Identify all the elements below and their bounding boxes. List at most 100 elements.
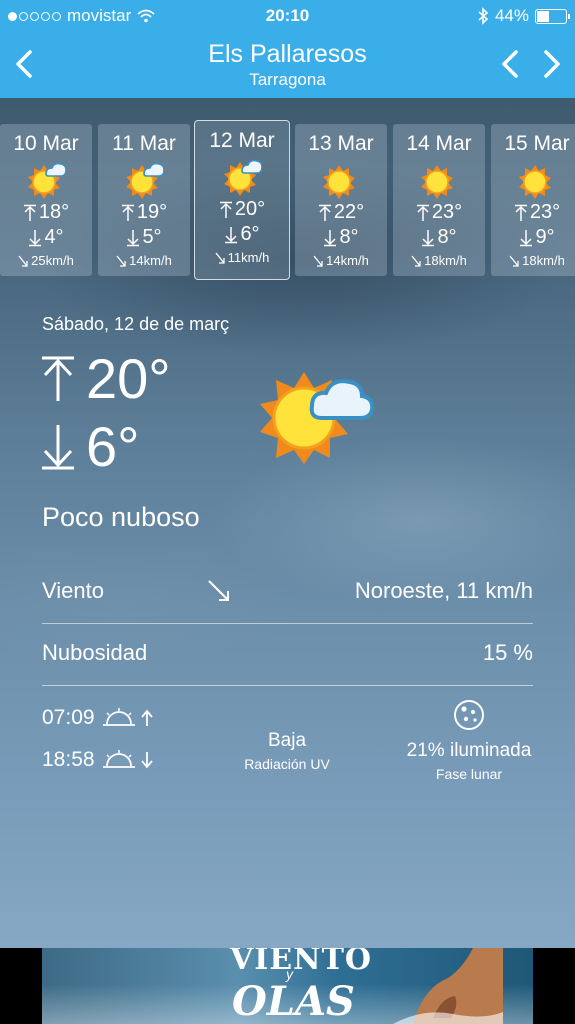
wind-row: Viento Noroeste, 11 km/h	[42, 578, 533, 604]
battery-icon	[535, 8, 570, 24]
previous-location-button[interactable]	[496, 46, 526, 82]
next-location-button[interactable]	[536, 46, 566, 82]
wind-direction-icon	[215, 252, 225, 264]
day-wind: 11km/h	[195, 250, 289, 265]
arrow-up-icon	[514, 204, 527, 221]
day-high-value: 20°	[234, 198, 266, 220]
day-wind-value: 18km/h	[424, 253, 467, 268]
day-low-value: 4°	[44, 226, 64, 248]
day-low-value: 8°	[339, 226, 359, 248]
detail-high: 20°	[40, 346, 171, 411]
day-low-value: 5°	[142, 226, 162, 248]
day-low-value: 9°	[535, 226, 555, 248]
wind-label: Viento	[42, 578, 104, 603]
ad-subtitle: OLAS	[232, 978, 355, 1024]
divider	[42, 685, 533, 686]
day-wind: 25km/h	[0, 253, 92, 268]
signal-icon	[8, 11, 61, 21]
day-wind: 14km/h	[98, 253, 190, 268]
uv-value: Baja	[267, 730, 307, 751]
cloud-value: 15 %	[482, 640, 533, 665]
sun-cloud-icon	[260, 372, 375, 464]
wind-direction-icon	[18, 255, 28, 267]
day-low: 6°	[195, 222, 289, 247]
day-card[interactable]: 15 Mar 23° 9° 18km/h	[491, 124, 575, 276]
detail-low: 6°	[40, 414, 140, 479]
wind-value: Noroeste, 11 km/h	[354, 578, 533, 603]
arrow-down-icon	[42, 424, 74, 469]
divider	[42, 623, 533, 624]
arrow-down-icon	[127, 229, 140, 246]
day-low-value: 8°	[437, 226, 457, 248]
battery-percent: 44%	[494, 6, 529, 25]
uv-block: Baja Radiación UV	[232, 730, 342, 772]
nav-bar: Els Pallaresos Tarragona	[0, 32, 575, 98]
sunset-row: 18:58	[42, 748, 157, 772]
detail-date: Sábado, 12 de de març	[42, 314, 230, 334]
day-high: 18°	[0, 200, 92, 225]
detail-high-value: 20°	[86, 347, 171, 410]
sunrise-time: 07:09	[42, 706, 95, 729]
day-wind-value: 25km/h	[31, 253, 74, 268]
location-subtitle: Tarragona	[249, 70, 326, 89]
day-date: 15 Mar	[504, 132, 570, 155]
uv-label: Radiación UV	[244, 756, 330, 772]
sun-cloud-icon	[28, 162, 66, 199]
day-wind-value: 14km/h	[129, 253, 172, 268]
day-high-value: 18°	[38, 201, 70, 223]
sun-cloud-icon	[126, 162, 164, 199]
sun-icon	[323, 165, 355, 199]
arrow-down-icon	[324, 229, 337, 246]
day-wind-value: 11km/h	[227, 250, 270, 265]
wind-direction-icon	[116, 255, 126, 267]
condition-text: Poco nuboso	[42, 502, 200, 532]
day-wind: 18km/h	[491, 253, 575, 268]
chevron-left-icon	[502, 50, 518, 78]
arrow-up-icon	[121, 204, 134, 221]
day-high: 19°	[98, 200, 190, 225]
forecast-day-strip[interactable]: 10 Mar 18° 4° 25km/h 11 Mar 19° 5° 14km/h 12 Mar…	[0, 118, 575, 282]
day-wind: 14km/h	[295, 253, 387, 268]
day-card[interactable]: 11 Mar 19° 5° 14km/h	[98, 124, 190, 276]
arrow-up-icon	[318, 204, 331, 221]
sunrise-icon	[102, 708, 153, 726]
day-high: 23°	[393, 200, 485, 225]
day-low: 8°	[393, 225, 485, 250]
ad-banner[interactable]: VIENTO y OLAS	[42, 948, 533, 1024]
sunset-icon	[102, 750, 153, 769]
status-bar: movistar 20:10 44%	[0, 0, 575, 32]
moon-label: Fase lunar	[435, 766, 503, 782]
moon-phase-icon	[454, 700, 484, 730]
day-card[interactable]: 12 Mar 20° 6° 11km/h	[194, 120, 290, 280]
arrow-up-icon	[416, 204, 429, 221]
day-high-value: 19°	[136, 201, 168, 223]
day-date: 11 Mar	[112, 132, 176, 155]
sun-icon	[421, 165, 453, 199]
detail-low-value: 6°	[86, 415, 140, 478]
sun-icon	[519, 165, 551, 199]
cloud-label: Nubosidad	[42, 640, 148, 665]
day-low: 4°	[0, 225, 92, 250]
arrow-up-icon	[42, 356, 74, 401]
location-title: Els Pallaresos	[208, 40, 367, 68]
wind-direction-icon	[313, 255, 323, 267]
day-wind: 18km/h	[393, 253, 485, 268]
sunset-time: 18:58	[42, 748, 95, 771]
day-wind-value: 14km/h	[326, 253, 369, 268]
day-date: 12 Mar	[209, 129, 275, 152]
arrow-up-icon	[23, 204, 36, 221]
day-low: 9°	[491, 225, 575, 250]
day-low-value: 6°	[240, 223, 260, 245]
day-low: 5°	[98, 225, 190, 250]
status-right: 44%	[477, 6, 570, 26]
day-card[interactable]: 14 Mar 23° 8° 18km/h	[393, 124, 485, 276]
wind-direction-icon	[509, 255, 519, 267]
surfer-image	[393, 948, 503, 1024]
bluetooth-icon	[478, 7, 489, 25]
day-card[interactable]: 13 Mar 22° 8° 14km/h	[295, 124, 387, 276]
day-date: 14 Mar	[406, 132, 472, 155]
arrow-down-icon	[520, 229, 533, 246]
day-low: 8°	[295, 225, 387, 250]
chevron-right-icon	[544, 50, 560, 78]
day-card[interactable]: 10 Mar 18° 4° 25km/h	[0, 124, 92, 276]
